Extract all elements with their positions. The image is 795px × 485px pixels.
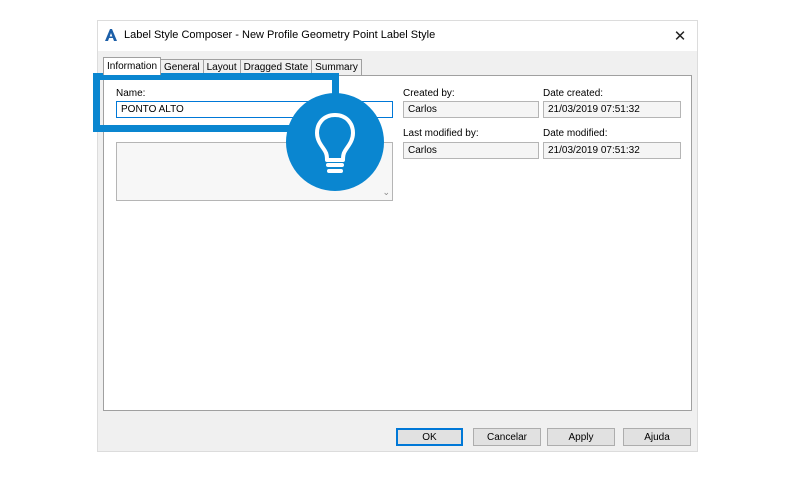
ok-button[interactable]: OK (396, 428, 463, 446)
last-modified-by-label: Last modified by: (403, 128, 479, 139)
created-by-field: Carlos (403, 101, 539, 118)
close-icon: ✕ (673, 28, 687, 45)
date-modified-field: 21/03/2019 07:51:32 (543, 142, 681, 159)
created-by-label: Created by: (403, 88, 455, 99)
autodesk-a-icon (105, 29, 117, 41)
close-button[interactable]: ✕ (663, 21, 697, 51)
date-modified-label: Date modified: (543, 128, 608, 139)
title-bar: Label Style Composer - New Profile Geome… (98, 21, 697, 51)
window-title: Label Style Composer - New Profile Geome… (124, 29, 436, 41)
tip-badge (286, 93, 384, 191)
help-button[interactable]: Ajuda (623, 428, 691, 446)
date-created-label: Date created: (543, 88, 604, 99)
last-modified-by-field: Carlos (403, 142, 539, 159)
date-created-field: 21/03/2019 07:51:32 (543, 101, 681, 118)
cancel-button[interactable]: Cancelar (473, 428, 541, 446)
tab-information[interactable]: Information (103, 57, 162, 75)
apply-button[interactable]: Apply (547, 428, 615, 446)
lightbulb-icon (315, 113, 355, 173)
